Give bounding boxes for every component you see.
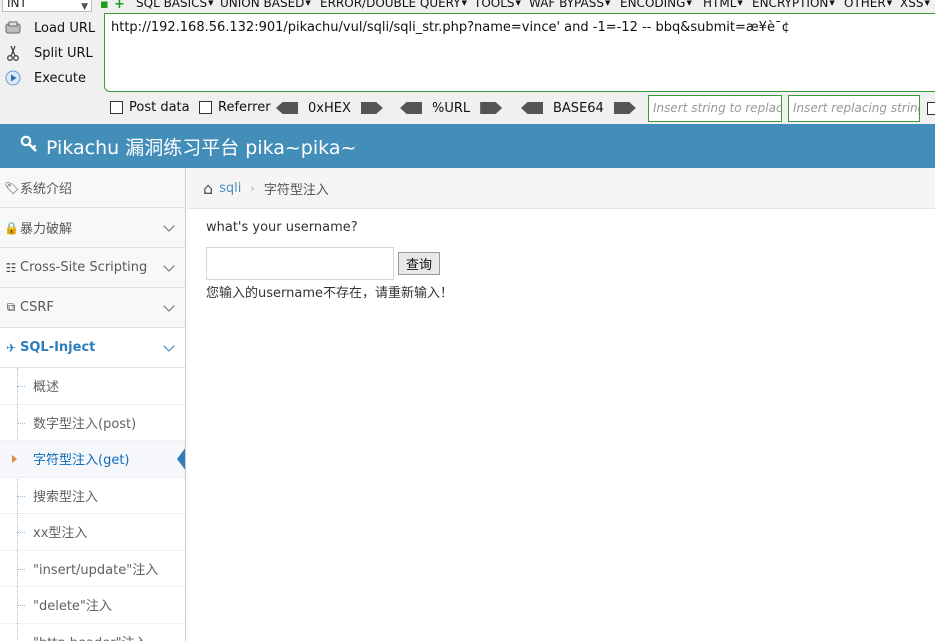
tag-icon: 🏷: [4, 180, 20, 195]
sidebar-item-label: CSRF: [20, 300, 54, 315]
load-url-icon: [4, 19, 22, 37]
hackbar-toolbar: INT ▼ ▪ + SQL BASICS▼ UNION BASED▼ ERROR…: [0, 0, 935, 124]
breadcrumb-separator: ›: [250, 181, 255, 195]
sidebar-item-label: SQL-Inject: [20, 340, 96, 355]
checkbox-box[interactable]: [199, 101, 212, 114]
play-icon: [4, 69, 22, 87]
post-data-checkbox[interactable]: Post data: [110, 100, 190, 115]
submenu-item-http-header[interactable]: "http header"注入: [0, 624, 185, 641]
site-header: Pikachu 漏洞练习平台 pika~pika~: [0, 124, 935, 168]
menu-encryption[interactable]: ENCRYPTION▼: [752, 0, 835, 10]
active-indicator: [177, 447, 185, 471]
base64-encoder: BASE64: [521, 100, 636, 116]
url-textarea[interactable]: http://192.168.56.132:901/pikachu/vul/sq…: [104, 13, 935, 92]
query-button[interactable]: 查询: [398, 252, 440, 275]
insert-replacing-input[interactable]: Insert replacing string: [788, 95, 920, 122]
checkbox-box[interactable]: [110, 101, 123, 114]
username-prompt: what's your username?: [206, 220, 358, 235]
home-icon[interactable]: ⌂: [203, 179, 213, 198]
submenu-item-xx[interactable]: xx型注入: [0, 514, 185, 551]
caret-right-icon: [12, 455, 17, 463]
scissors-icon: [4, 44, 22, 62]
breadcrumb-current: 字符型注入: [263, 182, 329, 198]
submenu-item-string-get[interactable]: 字符型注入(get): [0, 441, 185, 478]
injection-type-select[interactable]: INT ▼: [2, 0, 92, 12]
submenu-item-insert-update[interactable]: "insert/update"注入: [0, 551, 185, 587]
menu-tools[interactable]: TOOLS▼: [474, 0, 521, 10]
sidebar-item-label: 暴力破解: [20, 222, 73, 237]
submenu-item-overview[interactable]: 概述: [0, 368, 185, 405]
result-message: 您输入的username不存在，请重新输入！: [206, 286, 453, 301]
submenu-item-numeric-post[interactable]: 数字型注入(post): [0, 405, 185, 441]
menu-union-based[interactable]: UNION BASED▼: [220, 0, 311, 10]
split-url-button[interactable]: Split URL: [4, 42, 104, 64]
execute-button[interactable]: Execute: [4, 67, 104, 89]
url-encoder: %URL: [400, 100, 503, 116]
submenu-item-search[interactable]: 搜索型注入: [0, 478, 185, 514]
site-title[interactable]: Pikachu 漏洞练习平台 pika~pika~: [20, 124, 356, 168]
chevron-down-icon: [163, 260, 175, 272]
list-tree-icon: ☷: [5, 260, 17, 275]
breadcrumb-link-sqli[interactable]: sqli: [219, 181, 241, 196]
plane-icon: ✈: [5, 340, 17, 355]
sidebar-item-label: 系统介绍: [20, 182, 73, 197]
referrer-checkbox[interactable]: Referrer: [199, 100, 271, 115]
external-link-icon: ⧉: [6, 300, 16, 314]
hex-encoder: 0xHEX: [276, 100, 383, 116]
decode-arrow-icon[interactable]: [521, 102, 543, 114]
load-url-button[interactable]: Load URL: [4, 17, 104, 39]
checkbox-box[interactable]: [927, 102, 935, 115]
chevron-down-icon: ▼: [81, 2, 88, 12]
sidebar-item-label: Cross-Site Scripting: [20, 260, 148, 275]
menu-error-double-query[interactable]: ERROR/DOUBLE QUERY▼: [320, 0, 467, 10]
lock-icon: 🔒: [4, 220, 19, 235]
sidebar-item-intro[interactable]: 🏷 系统介绍: [0, 168, 185, 208]
main-content: what's your username? 查询 您输入的username不存在…: [187, 209, 935, 641]
sidebar-item-brute-force[interactable]: 🔒 暴力破解: [0, 208, 185, 248]
breadcrumb: ⌂ sqli › 字符型注入: [187, 168, 935, 209]
remove-icon[interactable]: ▪: [100, 0, 109, 11]
injection-type-value: INT: [7, 0, 27, 10]
encode-arrow-icon[interactable]: [360, 102, 383, 114]
encode-arrow-icon[interactable]: [480, 102, 503, 114]
sql-inject-submenu: 概述 数字型注入(post) 字符型注入(get) 搜索型注入 xx型注入 "i…: [0, 368, 185, 641]
submenu-item-delete[interactable]: "delete"注入: [0, 587, 185, 624]
sidebar-item-csrf[interactable]: ⧉ CSRF: [0, 288, 185, 328]
menu-other[interactable]: OTHER▼: [844, 0, 892, 10]
sidebar-item-xss[interactable]: ☷ Cross-Site Scripting: [0, 248, 185, 288]
sidebar: 🏷 系统介绍 🔒 暴力破解 ☷ Cross-Site Scripting ⧉ C…: [0, 168, 186, 641]
menu-encoding[interactable]: ENCODING▼: [620, 0, 692, 10]
username-input[interactable]: [206, 247, 394, 280]
menu-waf-bypass[interactable]: WAF BYPASS▼: [529, 0, 610, 10]
insert-string-input[interactable]: Insert string to replace: [648, 95, 782, 122]
key-icon: [20, 135, 38, 158]
menu-xss[interactable]: XSS▼: [900, 0, 930, 10]
chevron-down-icon: [163, 300, 175, 312]
replace-all-checkbox[interactable]: [927, 102, 935, 115]
chevron-down-icon: [163, 340, 175, 352]
decode-arrow-icon[interactable]: [276, 102, 298, 114]
menu-sql-basics[interactable]: SQL BASICS▼: [136, 0, 214, 10]
hackbar-menu: INT ▼ ▪ + SQL BASICS▼ UNION BASED▼ ERROR…: [0, 0, 935, 14]
encode-arrow-icon[interactable]: [613, 102, 636, 114]
chevron-down-icon: [163, 220, 175, 232]
menu-html[interactable]: HTML▼: [703, 0, 743, 10]
decode-arrow-icon[interactable]: [400, 102, 422, 114]
add-icon[interactable]: +: [114, 0, 125, 11]
sidebar-item-sql-inject[interactable]: ✈ SQL-Inject: [0, 328, 185, 368]
